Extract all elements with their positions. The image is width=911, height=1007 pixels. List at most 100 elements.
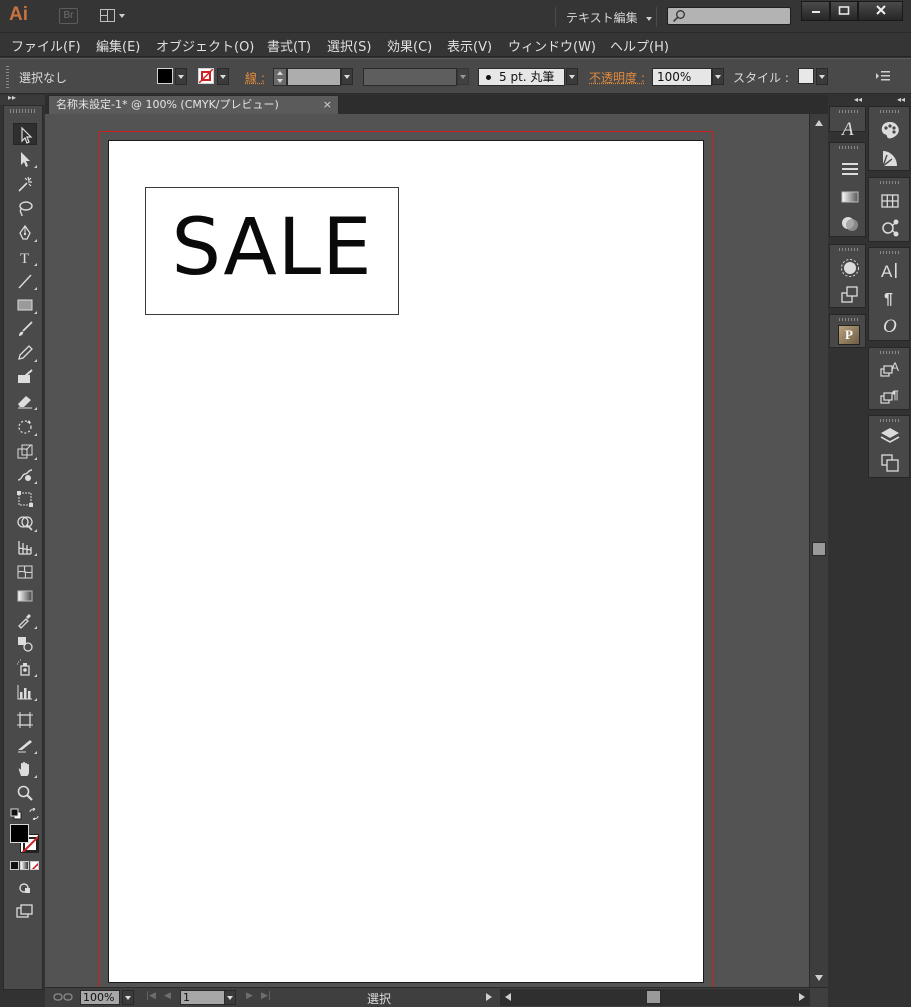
opentype-panel-icon[interactable]: O — [879, 314, 901, 336]
rotate-tool[interactable] — [13, 416, 37, 438]
artboards-panel-icon[interactable] — [879, 452, 901, 474]
horizontal-scrollbar[interactable] — [500, 989, 810, 1006]
eraser-tool[interactable] — [13, 390, 37, 412]
screen-mode-icon[interactable] — [16, 904, 34, 918]
scale-tool[interactable] — [13, 440, 37, 462]
horizontal-scroll-thumb[interactable] — [646, 990, 661, 1004]
paintbrush-tool[interactable] — [13, 318, 37, 340]
panel-group-grip[interactable] — [880, 419, 900, 422]
variable-width-dropdown[interactable] — [457, 68, 469, 85]
stroke-panel-icon[interactable] — [839, 158, 861, 180]
direct-selection-tool[interactable] — [13, 148, 37, 170]
graphic-style-dropdown[interactable] — [816, 68, 828, 85]
fill-color-box[interactable] — [10, 824, 29, 843]
artboard[interactable]: SALE — [108, 140, 704, 983]
panel-group-grip[interactable] — [880, 110, 900, 113]
scroll-down-icon[interactable] — [815, 975, 823, 981]
close-window-button[interactable] — [858, 1, 903, 21]
line-segment-tool[interactable] — [13, 270, 37, 292]
fill-swatch[interactable] — [157, 68, 173, 84]
opacity-panel-link[interactable]: 不透明度 : — [589, 69, 645, 86]
paragraph-styles-panel-icon[interactable]: ¶ — [879, 385, 901, 407]
color-mode-button[interactable] — [10, 861, 19, 870]
transparency-panel-icon[interactable] — [839, 213, 861, 235]
link-toggle-icon[interactable] — [53, 992, 73, 1002]
menu-view[interactable]: 表示(V) — [447, 36, 492, 55]
lasso-tool[interactable] — [13, 197, 37, 219]
paragraph-panel-icon[interactable]: ¶ — [879, 287, 901, 309]
menu-object[interactable]: オブジェクト(O) — [156, 36, 254, 55]
sale-text-frame[interactable]: SALE — [145, 187, 399, 315]
symbols-panel-icon[interactable] — [879, 217, 901, 239]
scroll-right-icon[interactable] — [799, 993, 805, 1001]
artboard-dropdown[interactable] — [224, 990, 236, 1005]
slice-tool[interactable] — [13, 734, 37, 756]
canvas[interactable]: SALE — [45, 114, 809, 987]
sale-text[interactable]: SALE — [146, 198, 398, 298]
opacity-field[interactable]: 100% — [652, 68, 712, 86]
panel-group-grip[interactable] — [880, 181, 900, 184]
plugin-panel-icon[interactable]: P — [838, 325, 860, 345]
variable-width-profile[interactable] — [363, 68, 457, 86]
artboard-number-field[interactable]: 1 — [180, 990, 225, 1005]
opacity-dropdown[interactable] — [712, 68, 724, 85]
gradient-mode-button[interactable] — [20, 861, 29, 870]
menu-window[interactable]: ウィンドウ(W) — [508, 36, 596, 55]
panel-group-grip[interactable] — [839, 248, 859, 251]
help-search-input[interactable] — [667, 7, 791, 25]
stroke-dropdown[interactable] — [217, 68, 229, 85]
zoom-tool[interactable] — [13, 782, 37, 804]
scroll-up-icon[interactable] — [815, 120, 823, 126]
pen-tool[interactable] — [13, 222, 37, 244]
symbol-sprayer-tool[interactable] — [13, 657, 37, 679]
document-tab[interactable]: 名称未設定-1* @ 100% (CMYK/プレビュー) × — [48, 95, 339, 114]
bridge-button[interactable]: Br — [59, 8, 78, 24]
panel-group-grip[interactable] — [880, 351, 900, 354]
type-tool[interactable]: T — [13, 246, 37, 268]
status-menu-icon[interactable] — [486, 993, 492, 1001]
swatches-panel-icon[interactable] — [879, 190, 901, 212]
status-text[interactable]: 選択 — [367, 990, 391, 1007]
mesh-tool[interactable] — [13, 561, 37, 583]
tools-panel-header[interactable]: ▸▸ — [0, 93, 45, 105]
brush-definition-dropdown[interactable] — [566, 68, 578, 85]
blob-brush-tool[interactable] — [13, 366, 37, 388]
column-graph-tool[interactable] — [13, 681, 37, 703]
stroke-weight-stepper[interactable] — [273, 68, 287, 86]
eyedropper-tool[interactable] — [13, 609, 37, 631]
menu-select[interactable]: 選択(S) — [327, 36, 371, 55]
brush-definition-field[interactable]: 5 pt. 丸筆 — [478, 68, 565, 86]
appearance-panel-icon[interactable] — [839, 257, 861, 279]
zoom-dropdown[interactable] — [122, 990, 134, 1005]
character-panel-icon[interactable]: A — [879, 259, 901, 281]
character-styles-panel-icon[interactable]: A — [879, 358, 901, 380]
collapse-panels-icon[interactable]: ◂◂ — [854, 95, 862, 105]
hand-tool[interactable] — [13, 758, 37, 780]
warp-tool[interactable] — [13, 464, 37, 486]
next-artboard-icon[interactable]: ▶ — [246, 991, 253, 1001]
magic-wand-tool[interactable] — [13, 173, 37, 195]
previous-artboard-icon[interactable]: ◀ — [164, 991, 171, 1001]
panel-group-grip[interactable] — [839, 146, 859, 149]
rectangle-tool[interactable] — [13, 294, 37, 316]
stroke-swatch[interactable] — [198, 68, 214, 84]
arrange-documents-button[interactable] — [100, 8, 128, 24]
gradient-panel-icon[interactable] — [839, 186, 861, 208]
pencil-tool[interactable] — [13, 342, 37, 364]
layers-panel-icon[interactable] — [879, 425, 901, 447]
artboard-tool[interactable] — [13, 709, 37, 731]
panel-group-grip[interactable] — [880, 251, 900, 254]
panel-menu-icon[interactable] — [876, 70, 891, 82]
stroke-panel-link[interactable]: 線 : — [245, 69, 265, 86]
default-fill-stroke-icon[interactable] — [10, 808, 22, 820]
control-bar-grip[interactable] — [6, 66, 9, 88]
panel-group-grip[interactable] — [839, 318, 859, 321]
character-styles-icon[interactable]: A — [838, 117, 860, 139]
menu-effect[interactable]: 効果(C) — [387, 36, 432, 55]
collapse-panels-icon[interactable]: ◂◂ — [897, 95, 905, 105]
vertical-scroll-thumb[interactable] — [812, 542, 826, 556]
color-guide-icon[interactable] — [879, 147, 901, 169]
panel-group-grip[interactable] — [839, 110, 859, 113]
blend-tool[interactable] — [13, 633, 37, 655]
selection-tool[interactable] — [13, 123, 37, 145]
